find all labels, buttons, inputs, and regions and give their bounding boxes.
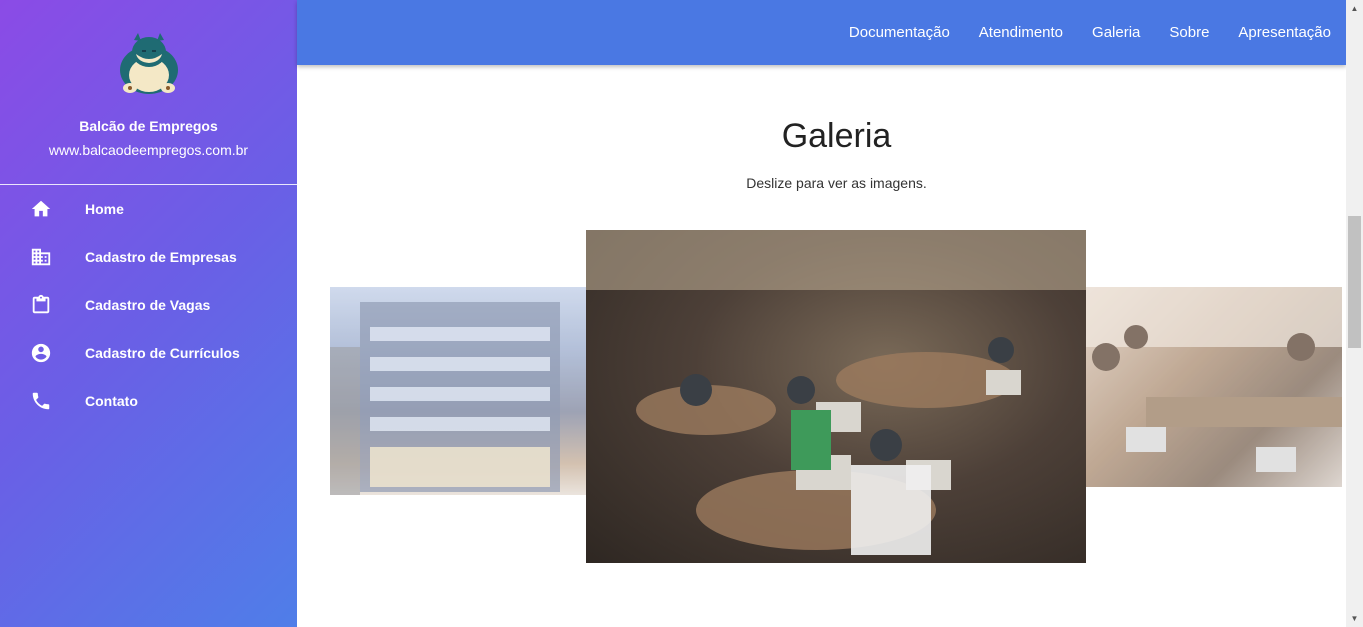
nav-link-sobre[interactable]: Sobre	[1169, 24, 1209, 41]
clipboard-icon	[30, 294, 52, 316]
sidebar-item-label: Home	[85, 201, 124, 217]
snorlax-logo-icon[interactable]	[116, 30, 182, 96]
sidebar-item-label: Contato	[85, 393, 138, 409]
account-circle-icon	[30, 342, 52, 364]
sidebar-item-label: Cadastro de Vagas	[85, 297, 211, 313]
sidebar-item-label: Cadastro de Empresas	[85, 249, 237, 265]
brand-name: Balcão de Empregos	[79, 118, 218, 134]
sidebar: Balcão de Empregos www.balcaodeempregos.…	[0, 0, 297, 627]
sidebar-item-label: Cadastro de Currículos	[85, 345, 240, 361]
sidebar-item-contato[interactable]: Contato	[0, 377, 297, 425]
nav-link-documentacao[interactable]: Documentação	[849, 24, 950, 41]
nav-link-apresentacao[interactable]: Apresentação	[1238, 24, 1331, 41]
carousel-slide-building[interactable]	[330, 287, 586, 495]
sidebar-item-cadastro-empresas[interactable]: Cadastro de Empresas	[0, 233, 297, 281]
sidebar-nav: Home Cadastro de Empresas Cadastro de Va…	[0, 185, 297, 425]
main-content: Galeria Deslize para ver as imagens.	[297, 65, 1346, 627]
sidebar-brand: Balcão de Empregos www.balcaodeempregos.…	[0, 0, 297, 185]
home-icon	[30, 198, 52, 220]
gallery-title: Galeria	[781, 117, 892, 155]
gallery-subtitle: Deslize para ver as imagens.	[746, 175, 927, 191]
sidebar-item-cadastro-vagas[interactable]: Cadastro de Vagas	[0, 281, 297, 329]
sidebar-item-cadastro-curriculos[interactable]: Cadastro de Currículos	[0, 329, 297, 377]
scrollbar-thumb[interactable]	[1348, 216, 1361, 348]
carousel-slide-hackathon[interactable]	[586, 230, 1086, 563]
carousel-slide-coworking[interactable]	[1086, 287, 1342, 487]
vertical-scrollbar[interactable]: ▲ ▼	[1346, 0, 1363, 627]
business-icon	[30, 246, 52, 268]
nav-link-atendimento[interactable]: Atendimento	[979, 24, 1063, 41]
scroll-up-arrow-icon[interactable]: ▲	[1346, 0, 1363, 17]
top-nav-bar: Documentação Atendimento Galeria Sobre A…	[297, 0, 1346, 65]
sidebar-item-home[interactable]: Home	[0, 185, 297, 233]
phone-icon	[30, 390, 52, 412]
nav-link-galeria[interactable]: Galeria	[1092, 24, 1140, 41]
brand-url[interactable]: www.balcaodeempregos.com.br	[49, 142, 248, 158]
scroll-down-arrow-icon[interactable]: ▼	[1346, 610, 1363, 627]
